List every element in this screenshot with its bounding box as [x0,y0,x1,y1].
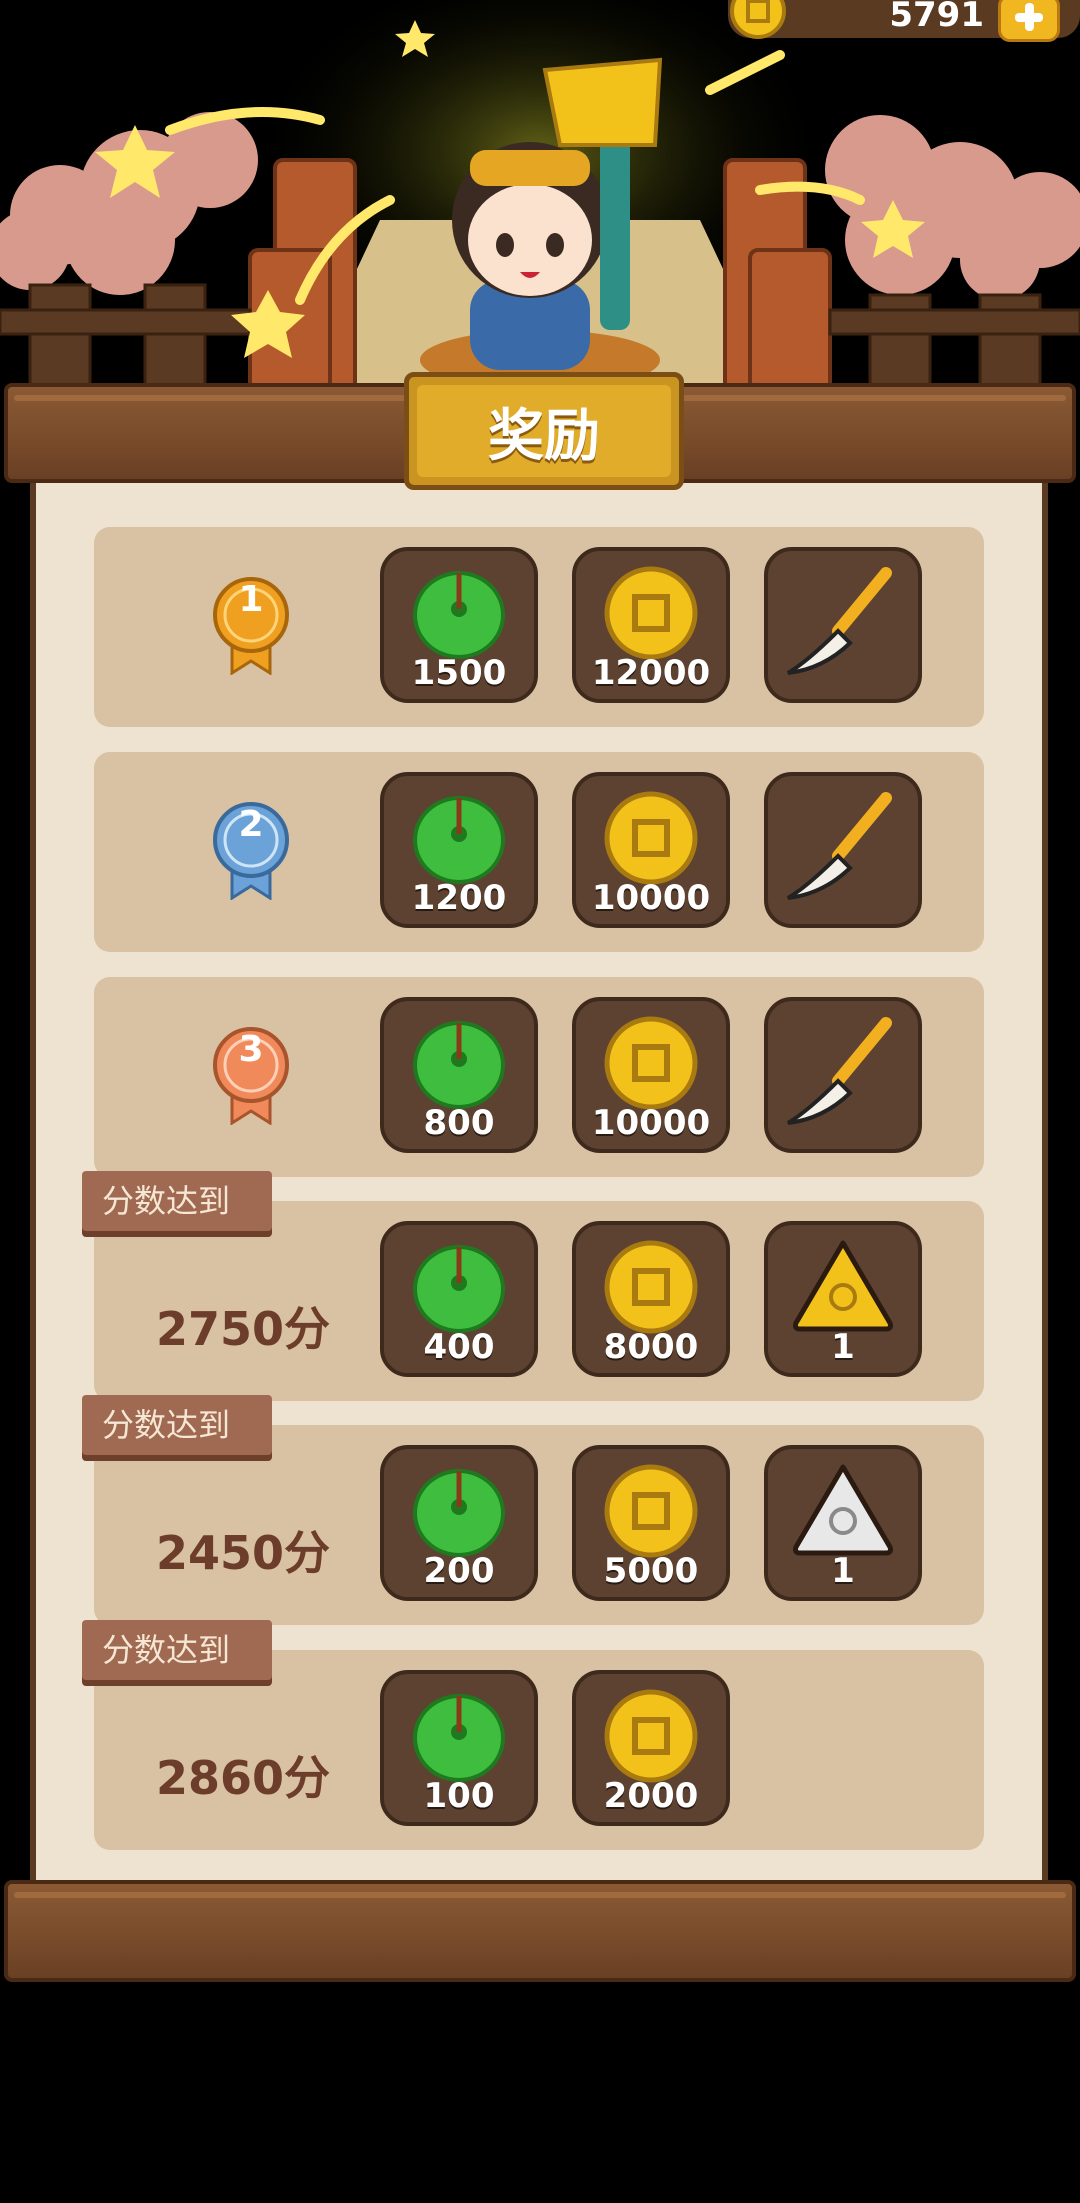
panel-title: 奖励 [488,403,600,469]
score-threshold: 2750分 [156,1302,331,1356]
rank-medal-icon: 3 [210,1025,292,1126]
score-tag: 分数达到 [82,1395,272,1455]
reward-row-score-2: 分数达到 2450分 200 5000 1 [82,1395,984,1625]
panel-bottom-beam [4,1880,1076,1982]
reward-quantity: 8000 [603,1327,699,1367]
reward-slot-brush[interactable] [764,772,922,928]
currency-bar: 5791 [728,0,1080,42]
reward-quantity: 2000 [603,1776,699,1816]
reward-row-rank-1: 1 1500 12000 [94,527,984,727]
score-threshold: 2450分 [156,1526,331,1580]
reward-row-score-1: 分数达到 2750分 400 8000 1 [82,1171,984,1401]
reward-quantity: 12000 [591,653,711,693]
reward-slot-coin[interactable]: 8000 [572,1221,730,1377]
gold-coin-icon [730,0,786,39]
rank-number: 1 [238,579,264,620]
reward-slot-jade[interactable]: 200 [380,1445,538,1601]
reward-slot-jade[interactable]: 800 [380,997,538,1153]
rank-number: 3 [238,1029,264,1070]
score-tag-label: 分数达到 [102,1406,231,1444]
score-tag: 分数达到 [82,1171,272,1231]
reward-row-score-3: 分数达到 2860分 100 2000 [82,1620,984,1850]
currency-amount: 5791 [889,0,984,35]
reward-quantity: 1 [831,1327,855,1367]
reward-slot-coin[interactable]: 2000 [572,1670,730,1826]
reward-quantity: 1200 [411,878,507,918]
add-currency-button[interactable] [998,0,1060,42]
rank-number: 2 [238,804,264,845]
reward-slot-coin[interactable]: 10000 [572,772,730,928]
reward-quantity: 5000 [603,1551,699,1591]
reward-quantity: 100 [423,1776,495,1816]
rank-medal-icon: 2 [210,800,292,901]
reward-slot-talisman[interactable]: 1 [764,1221,922,1377]
calligraphy-brush-icon [786,567,892,675]
reward-quantity: 200 [423,1551,495,1591]
reward-quantity: 400 [423,1327,495,1367]
reward-row-rank-3: 3 800 10000 [94,977,984,1177]
calligraphy-brush-icon [786,792,892,900]
score-tag-label: 分数达到 [102,1182,231,1220]
reward-slot-brush[interactable] [764,997,922,1153]
reward-slot-coin[interactable]: 10000 [572,997,730,1153]
panel-title-plate: 奖励 [404,372,684,490]
reward-slot-jade[interactable]: 400 [380,1221,538,1377]
reward-quantity: 1500 [411,653,507,693]
score-tag-label: 分数达到 [102,1631,231,1669]
score-threshold: 2860分 [156,1751,331,1805]
reward-quantity: 1 [831,1551,855,1591]
reward-quantity: 800 [423,1103,495,1143]
reward-row-rank-2: 2 1200 10000 [94,752,984,952]
reward-slot-coin[interactable]: 5000 [572,1445,730,1601]
reward-quantity: 10000 [591,1103,711,1143]
rank-medal-icon: 1 [210,575,292,676]
reward-slot-jade[interactable]: 1200 [380,772,538,928]
scene-illustration [0,0,1080,392]
reward-quantity: 10000 [591,878,711,918]
score-tag: 分数达到 [82,1620,272,1680]
reward-slot-jade[interactable]: 100 [380,1670,538,1826]
reward-slot-talisman[interactable]: 1 [764,1445,922,1601]
reward-slot-coin[interactable]: 12000 [572,547,730,703]
reward-slot-brush[interactable] [764,547,922,703]
reward-slot-jade[interactable]: 1500 [380,547,538,703]
calligraphy-brush-icon [786,1017,892,1125]
